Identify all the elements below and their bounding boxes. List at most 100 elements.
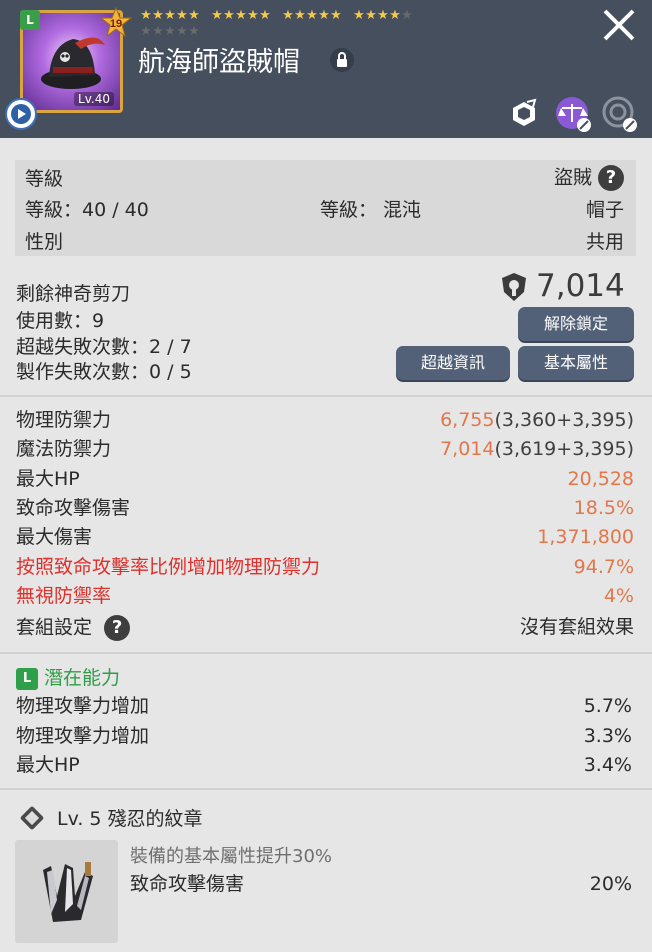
item-level-tag: Lv.40: [74, 92, 114, 106]
emblem-icon-frame: [15, 840, 118, 943]
item-icon-frame: L 19 Lv.40: [20, 6, 133, 113]
potential-header: L 潛在能力: [16, 666, 120, 690]
combat-power-value: 7,014: [536, 268, 625, 304]
star-filled-icon: ★: [188, 8, 200, 23]
stat-label: 按照致命攻擊率比例增加物理防禦力: [16, 555, 321, 578]
level-label: 等級: [25, 168, 64, 190]
level-value: 等級：40 / 40: [25, 199, 149, 221]
star-filled-icon: ★: [247, 8, 259, 23]
category-value: 帽子: [585, 199, 624, 221]
transfer-icon: [513, 98, 537, 126]
stat-value: 20,528: [568, 467, 634, 491]
balance-button[interactable]: [553, 94, 591, 132]
stat-label: 物理防禦力: [16, 409, 112, 431]
grade-value: 等級： 混沌: [320, 199, 422, 221]
potential-line-label: 物理攻擊力增加: [16, 695, 150, 717]
play-button[interactable]: [5, 98, 37, 130]
transfer-button[interactable]: [505, 94, 543, 132]
base-stats-button[interactable]: 基本屬性: [518, 346, 634, 380]
stat-label: 魔法防禦力: [16, 438, 112, 461]
divider-1: [0, 395, 652, 397]
star-filled-icon: ★: [282, 8, 294, 23]
stat-label: 最大HP: [16, 467, 80, 490]
stat-value: 94.7%: [574, 555, 634, 579]
stat-label: 致命攻擊傷害: [16, 496, 131, 519]
gender-label: 性別: [25, 231, 64, 253]
potential-line-label: 最大HP: [16, 754, 80, 776]
star-force-badge: 19: [99, 6, 133, 41]
scissors-label: 剩餘神奇剪刀: [16, 283, 131, 305]
potential-line-value: 3.3%: [583, 724, 632, 747]
stat-value-detail: (3,619+3,395): [494, 438, 634, 461]
star-filled-icon: ★: [318, 8, 330, 23]
balance-icon: [556, 97, 591, 132]
job-help-icon[interactable]: ?: [598, 165, 624, 191]
star-filled-icon: ★: [353, 8, 365, 23]
divider-2: [0, 652, 652, 654]
star-filled-icon: ★: [306, 8, 318, 23]
divider-3: [0, 788, 652, 790]
potential-line-label: 物理攻擊力增加: [16, 724, 150, 747]
star-filled-icon: ★: [294, 8, 306, 23]
scissors-used: 使用數：9: [16, 310, 105, 332]
item-name: 航海師盜賊帽: [138, 47, 300, 78]
job-row: 盜賊 ?: [554, 165, 624, 191]
combat-power-icon: [502, 273, 526, 301]
potential-line-value: 3.4%: [583, 754, 632, 776]
potential-grade-badge: L: [16, 667, 38, 690]
star-filled-icon: ★: [259, 8, 271, 23]
job-value: 盜賊: [553, 166, 592, 189]
hat-icon: [41, 37, 105, 89]
item-header: L 19 Lv.40 ★ ★ ★ ★ ★ ★ ★ ★ ★ ★ ★ ★ ★ ★ ★ ★ ★ ★ ★ ★ ★ ★ ★ ★ ★ 航海…: [0, 0, 652, 138]
star-filled-icon: ★: [152, 8, 164, 23]
star-filled-icon: ★: [176, 8, 188, 23]
seal-icon: [602, 96, 637, 132]
stat-value: 1,371,800: [537, 525, 634, 549]
stat-label: 無視防禦率: [16, 584, 112, 607]
emblem-stat-label: 致命攻擊傷害: [130, 873, 245, 895]
stat-value: 4%: [604, 584, 634, 608]
stat-label: 最大傷害: [16, 526, 93, 549]
emblem-desc: 裝備的基本屬性提升30%: [130, 846, 333, 867]
stat-value: 6,755(3,360+3,395): [440, 408, 634, 432]
star-empty-icon: ★: [140, 24, 152, 39]
close-button[interactable]: [600, 6, 638, 44]
set-row: 套組設定 ?: [16, 615, 131, 641]
play-icon: [11, 104, 31, 124]
stat-value-main: 6,755: [440, 409, 495, 431]
star-filled-icon: ★: [223, 8, 235, 23]
emblem-title: Lv. 5 殘忍的紋章: [57, 808, 203, 830]
craft-fail-count: 製作失敗次數：0 / 5: [16, 361, 192, 383]
stat-value-detail: (3,360+3,395): [494, 409, 634, 431]
stat-value-main: 1,371,800: [537, 526, 634, 549]
star-filled-icon: ★: [211, 8, 223, 23]
star-empty-icon: ★: [152, 24, 164, 39]
star-filled-icon: ★: [377, 8, 389, 23]
stat-value-main: 18.5%: [573, 496, 634, 519]
close-icon: [603, 9, 635, 41]
stat-value-main: 4%: [603, 584, 634, 607]
lock-icon: [330, 48, 354, 72]
transcend-info-button[interactable]: 超越資訊: [396, 346, 510, 380]
potential-line-value: 5.7%: [583, 695, 632, 717]
star-filled-icon: ★: [235, 8, 247, 23]
potential-title: 潛在能力: [44, 667, 121, 689]
seal-button[interactable]: [600, 94, 638, 132]
star-filled-icon: ★: [330, 8, 342, 23]
stat-value: 18.5%: [574, 496, 634, 520]
gender-value: 共用: [585, 231, 624, 253]
unlock-button[interactable]: 解除鎖定: [518, 307, 634, 341]
set-label: 套組設定: [16, 616, 93, 639]
star-empty-icon: ★: [188, 24, 200, 39]
set-help-icon[interactable]: ?: [104, 615, 131, 641]
stat-value-main: 94.7%: [573, 555, 634, 578]
star-filled-icon: ★: [365, 8, 377, 23]
svg-text:19: 19: [110, 18, 122, 30]
star-force-stars: ★ ★ ★ ★ ★ ★ ★ ★ ★ ★ ★ ★ ★ ★ ★ ★ ★ ★ ★ ★ ★ ★ ★ ★ ★: [140, 8, 500, 42]
emblem-stat-value: 20%: [589, 873, 632, 895]
claw-emblem-icon: [43, 862, 93, 922]
star-filled-icon: ★: [140, 8, 152, 23]
stat-value-main: 20,528: [567, 467, 634, 490]
star-filled-icon: ★: [389, 8, 401, 23]
star-empty-icon: ★: [401, 8, 413, 23]
